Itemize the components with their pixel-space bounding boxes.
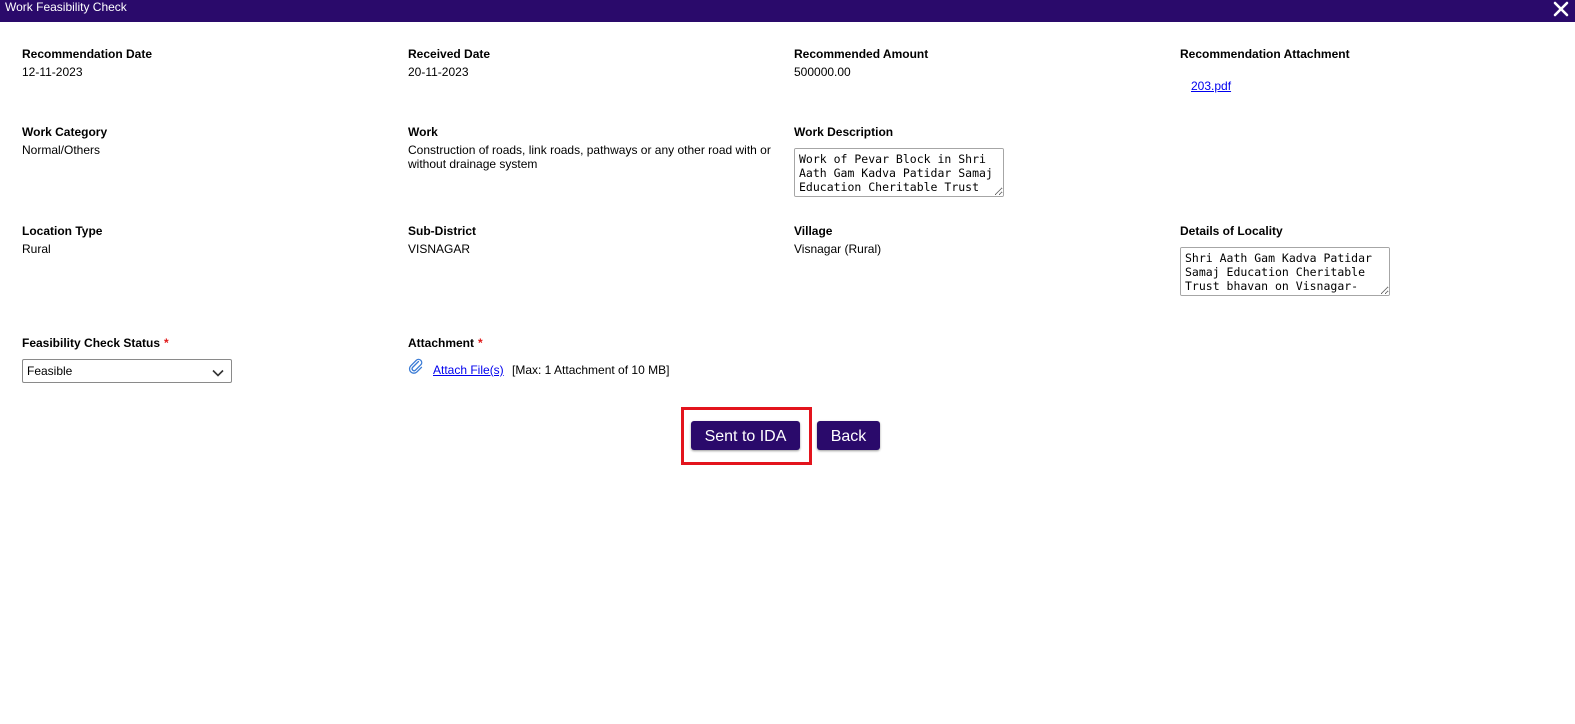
feasibility-check-status-label-text: Feasibility Check Status bbox=[22, 336, 161, 350]
received-date-label: Received Date bbox=[408, 47, 491, 61]
attachment-size-note: [Max: 1 Attachment of 10 MB] bbox=[512, 363, 670, 377]
village-value: Visnagar (Rural) bbox=[794, 242, 882, 256]
work-category-label: Work Category bbox=[22, 125, 108, 139]
location-type-label: Location Type bbox=[22, 224, 103, 238]
attachment-label-text: Attachment bbox=[408, 336, 475, 350]
feasibility-check-status-field: Feasibility Check Status * bbox=[22, 336, 169, 350]
village-label: Village bbox=[794, 224, 833, 238]
work-description-field: Work Description bbox=[794, 125, 893, 139]
recommendation-attachment-link[interactable]: 203.pdf bbox=[1191, 79, 1231, 93]
work-value: Construction of roads, link roads, pathw… bbox=[408, 143, 771, 171]
recommendation-date-label: Recommendation Date bbox=[22, 47, 153, 61]
chevron-down-icon bbox=[211, 366, 225, 378]
work-description-label: Work Description bbox=[794, 125, 894, 139]
recommended-amount-field: Recommended Amount 500000.00 bbox=[794, 47, 928, 79]
details-of-locality-textarea[interactable]: Shri Aath Gam Kadva Patidar Samaj Educat… bbox=[1180, 247, 1390, 296]
attach-files-link[interactable]: Attach File(s) bbox=[433, 363, 504, 377]
required-mark: * bbox=[478, 336, 483, 350]
paperclip-icon[interactable] bbox=[408, 358, 424, 374]
close-icon[interactable] bbox=[1553, 0, 1569, 18]
sent-to-ida-button[interactable]: Sent to IDA bbox=[691, 421, 800, 450]
attachment-label: Attachment * bbox=[408, 336, 483, 350]
sub-district-field: Sub-District VISNAGAR bbox=[408, 224, 476, 256]
feasibility-check-status-label: Feasibility Check Status * bbox=[22, 336, 169, 350]
work-description-textarea[interactable]: Work of Pevar Block in Shri Aath Gam Kad… bbox=[794, 148, 1004, 197]
recommendation-attachment-label: Recommendation Attachment bbox=[1180, 47, 1350, 61]
feasibility-status-select[interactable]: Feasible bbox=[22, 359, 232, 383]
required-mark: * bbox=[164, 336, 169, 350]
sub-district-value: VISNAGAR bbox=[408, 242, 471, 256]
feasibility-status-selected-value: Feasible bbox=[27, 364, 73, 378]
attachment-field: Attachment * bbox=[408, 336, 483, 350]
sub-district-label: Sub-District bbox=[408, 224, 477, 238]
village-field: Village Visnagar (Rural) bbox=[794, 224, 881, 256]
recommended-amount-label: Recommended Amount bbox=[794, 47, 929, 61]
recommended-amount-value: 500000.00 bbox=[794, 65, 851, 79]
window-title: Work Feasibility Check bbox=[5, 0, 127, 14]
recommendation-attachment-field: Recommendation Attachment bbox=[1180, 47, 1350, 61]
received-date-value: 20-11-2023 bbox=[408, 65, 469, 79]
location-type-value: Rural bbox=[22, 242, 51, 256]
window-titlebar: Work Feasibility Check bbox=[0, 0, 1575, 22]
details-of-locality-label: Details of Locality bbox=[1180, 224, 1283, 238]
received-date-field: Received Date 20-11-2023 bbox=[408, 47, 490, 79]
work-label: Work bbox=[408, 125, 438, 139]
details-of-locality-field: Details of Locality bbox=[1180, 224, 1283, 238]
recommendation-date-field: Recommendation Date 12-11-2023 bbox=[22, 47, 152, 79]
work-category-value: Normal/Others bbox=[22, 143, 101, 157]
back-button[interactable]: Back bbox=[817, 421, 880, 450]
work-field: Work Construction of roads, link roads, … bbox=[408, 125, 778, 171]
recommendation-date-value: 12-11-2023 bbox=[22, 65, 83, 79]
location-type-field: Location Type Rural bbox=[22, 224, 102, 256]
work-category-field: Work Category Normal/Others bbox=[22, 125, 107, 157]
